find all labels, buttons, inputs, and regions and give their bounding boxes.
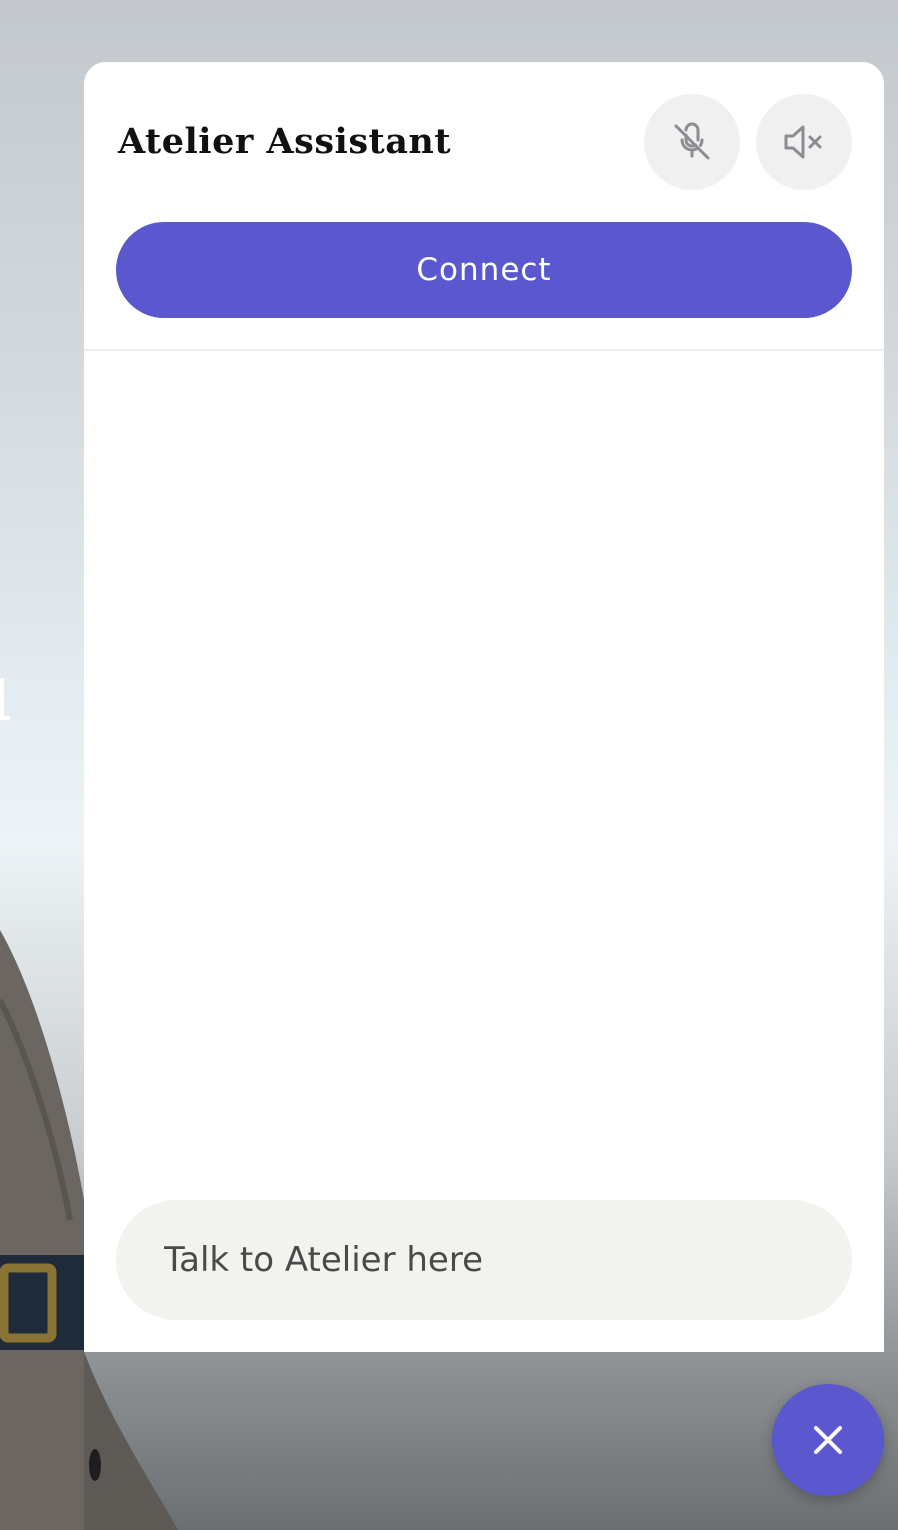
mic-off-icon [674, 122, 710, 160]
speaker-toggle-button[interactable] [756, 94, 852, 190]
coat-button [89, 1449, 101, 1481]
background-mark-foot [0, 716, 10, 720]
mic-toggle-button[interactable] [644, 94, 740, 190]
assistant-panel: Atelier Assistant Connect [84, 62, 884, 1352]
panel-title: Atelier Assistant [118, 121, 451, 162]
panel-header: Atelier Assistant Connect [84, 62, 884, 351]
close-chat-button[interactable] [772, 1384, 884, 1496]
close-icon [814, 1426, 842, 1454]
background-mark [0, 678, 4, 720]
connect-button[interactable]: Connect [116, 222, 852, 318]
message-input[interactable] [116, 1200, 852, 1320]
message-list [84, 351, 884, 1181]
coat-lower [84, 1352, 178, 1530]
message-input-container [116, 1200, 852, 1320]
speaker-mute-icon [784, 125, 822, 159]
